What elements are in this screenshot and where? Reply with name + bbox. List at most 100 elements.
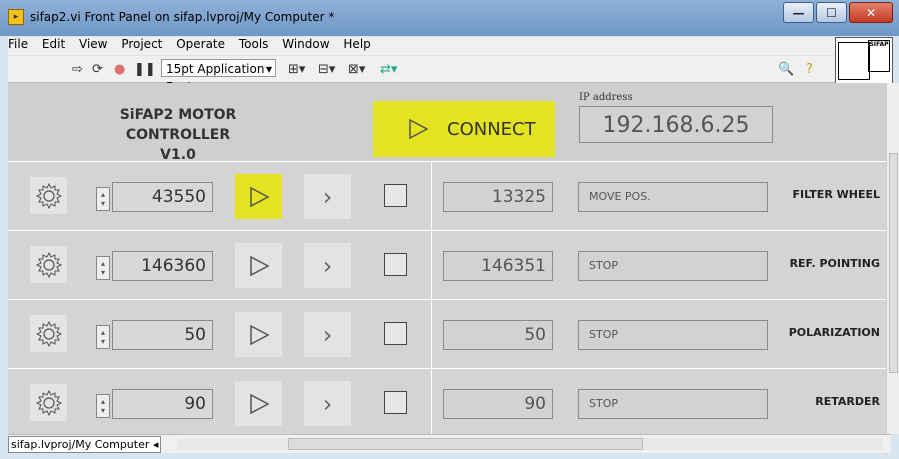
stepper-down-icon[interactable]: ▾ — [101, 337, 105, 346]
chevron-right-icon: › — [322, 182, 333, 211]
menu-tools[interactable]: Tools — [239, 37, 269, 51]
run-arrow-icon[interactable]: ⇨ — [72, 62, 83, 77]
horizontal-scroll-thumb[interactable] — [288, 438, 643, 450]
step-button[interactable]: › — [304, 381, 351, 426]
logo-text: SIFAP — [869, 41, 889, 48]
connect-button[interactable]: CONNECT — [373, 101, 555, 157]
menu-file[interactable]: File — [8, 37, 28, 51]
stepper-down-icon[interactable]: ▾ — [101, 406, 105, 415]
search-icon[interactable]: 🔍 — [778, 62, 794, 77]
enable-checkbox[interactable] — [384, 184, 407, 207]
play-icon — [249, 324, 270, 345]
status-field: STOP — [578, 320, 768, 350]
run-continuous-icon[interactable]: ⟳ — [92, 62, 103, 77]
status-field: MOVE POS. — [578, 182, 768, 212]
menu-edit[interactable]: Edit — [42, 37, 65, 51]
menu-operate[interactable]: Operate — [176, 37, 225, 51]
enable-checkbox[interactable] — [384, 253, 407, 276]
status-field: STOP — [578, 389, 768, 419]
window-title: sifap2.vi Front Panel on sifap.lvproj/My… — [30, 10, 335, 24]
target-stepper[interactable]: ▴ ▾ — [96, 256, 110, 280]
step-button[interactable]: › — [304, 243, 351, 288]
resize-icon[interactable]: ⊠▾ — [348, 62, 365, 77]
play-icon — [249, 255, 270, 276]
stepper-up-icon[interactable]: ▴ — [101, 259, 105, 268]
motor-row-filter-wheel: ▴ ▾ 43550 › 13325 MOVE POS. FILTER WHEEL — [8, 162, 886, 231]
target-stepper[interactable]: ▴ ▾ — [96, 394, 110, 418]
motor-row-retarder: ▴ ▾ 90 › 90 STOP RETARDER — [8, 369, 886, 438]
reorder-icon[interactable]: ⇄▾ — [380, 62, 397, 77]
menu-help[interactable]: Help — [343, 37, 370, 51]
gear-icon[interactable] — [30, 246, 67, 283]
current-position-field: 50 — [443, 320, 553, 350]
motor-label: FILTER WHEEL — [792, 188, 881, 201]
stepper-down-icon[interactable]: ▾ — [101, 268, 105, 277]
project-path[interactable]: sifap.lvproj/My Computer ◂ — [8, 436, 162, 453]
target-position-input[interactable]: 146360 — [112, 251, 213, 281]
menu-window[interactable]: Window — [282, 37, 329, 51]
vi-connector-icon[interactable]: SIFAP — [835, 37, 893, 85]
target-position-input[interactable]: 43550 — [112, 182, 213, 212]
connect-label: CONNECT — [447, 118, 536, 140]
maximize-button[interactable]: ☐ — [816, 2, 847, 23]
project-path-text: sifap.lvproj/My Computer — [11, 438, 150, 451]
horizontal-scrollbar[interactable] — [178, 438, 883, 450]
ip-address-label: IP address — [579, 92, 633, 103]
minimize-button[interactable]: — — [783, 2, 814, 23]
align-icon[interactable]: ⊞▾ — [288, 62, 305, 77]
vertical-scrollbar[interactable] — [886, 83, 899, 434]
row-controls: ▴ ▾ 146360 › — [8, 231, 432, 299]
connector-pane-grid — [838, 42, 870, 80]
title-line1: SiFAP2 MOTOR CONTROLLER — [119, 107, 237, 143]
play-icon — [409, 118, 429, 140]
menu-project[interactable]: Project — [121, 37, 162, 51]
current-position-field: 13325 — [443, 182, 553, 212]
row-controls: ▴ ▾ 90 › — [8, 369, 432, 437]
vertical-scroll-thumb[interactable] — [889, 153, 898, 373]
distribute-icon[interactable]: ⊟▾ — [318, 62, 335, 77]
chevron-down-icon: ▾ — [265, 62, 272, 76]
status-bar: sifap.lvproj/My Computer ◂ — [8, 434, 891, 453]
move-button[interactable] — [235, 243, 282, 288]
help-icon[interactable]: ? — [806, 62, 813, 77]
move-button[interactable] — [235, 381, 282, 426]
move-button[interactable] — [235, 312, 282, 357]
motor-row-ref-pointing: ▴ ▾ 146360 › 146351 STOP REF. POINTING — [8, 231, 886, 300]
gear-icon[interactable] — [30, 177, 67, 214]
ip-address-field[interactable]: 192.168.6.25 — [579, 106, 773, 143]
target-stepper[interactable]: ▴ ▾ — [96, 325, 110, 349]
stepper-up-icon[interactable]: ▴ — [101, 328, 105, 337]
pause-icon[interactable]: ❚❚ — [134, 62, 156, 77]
motor-label: RETARDER — [815, 395, 880, 408]
stepper-up-icon[interactable]: ▴ — [101, 190, 105, 199]
gear-icon[interactable] — [30, 315, 67, 352]
play-icon — [249, 186, 270, 207]
close-button[interactable]: ✕ — [849, 2, 893, 23]
title-bar: ▸ sifap2.vi Front Panel on sifap.lvproj/… — [0, 0, 899, 36]
move-button[interactable] — [235, 174, 282, 219]
window-controls: — ☐ ✕ — [781, 2, 893, 24]
font-select[interactable]: 15pt Application Font ▾ — [161, 59, 276, 94]
gear-icon[interactable] — [30, 384, 67, 421]
play-icon — [249, 393, 270, 414]
step-button[interactable]: › — [304, 312, 351, 357]
enable-checkbox[interactable] — [384, 391, 407, 414]
enable-checkbox[interactable] — [384, 322, 407, 345]
front-panel: SiFAP2 MOTOR CONTROLLER V1.0 CONNECT IP … — [8, 83, 886, 438]
stepper-up-icon[interactable]: ▴ — [101, 397, 105, 406]
panel-header: SiFAP2 MOTOR CONTROLLER V1.0 CONNECT IP … — [8, 83, 886, 163]
sifap-logo: SIFAP — [868, 40, 890, 72]
menu-view[interactable]: View — [79, 37, 107, 51]
chevron-right-icon: › — [322, 389, 333, 418]
abort-icon[interactable]: ● — [114, 62, 125, 77]
row-controls: ▴ ▾ 43550 › — [8, 162, 432, 230]
target-position-input[interactable]: 50 — [112, 320, 213, 350]
stepper-down-icon[interactable]: ▾ — [101, 199, 105, 208]
current-position-field: 90 — [443, 389, 553, 419]
target-position-input[interactable]: 90 — [112, 389, 213, 419]
motor-label: POLARIZATION — [788, 326, 880, 339]
menu-bar: File Edit View Project Operate Tools Win… — [8, 37, 843, 55]
step-button[interactable]: › — [304, 174, 351, 219]
target-stepper[interactable]: ▴ ▾ — [96, 187, 110, 211]
motor-row-polarization: ▴ ▾ 50 › 50 STOP POLARIZATION — [8, 300, 886, 369]
